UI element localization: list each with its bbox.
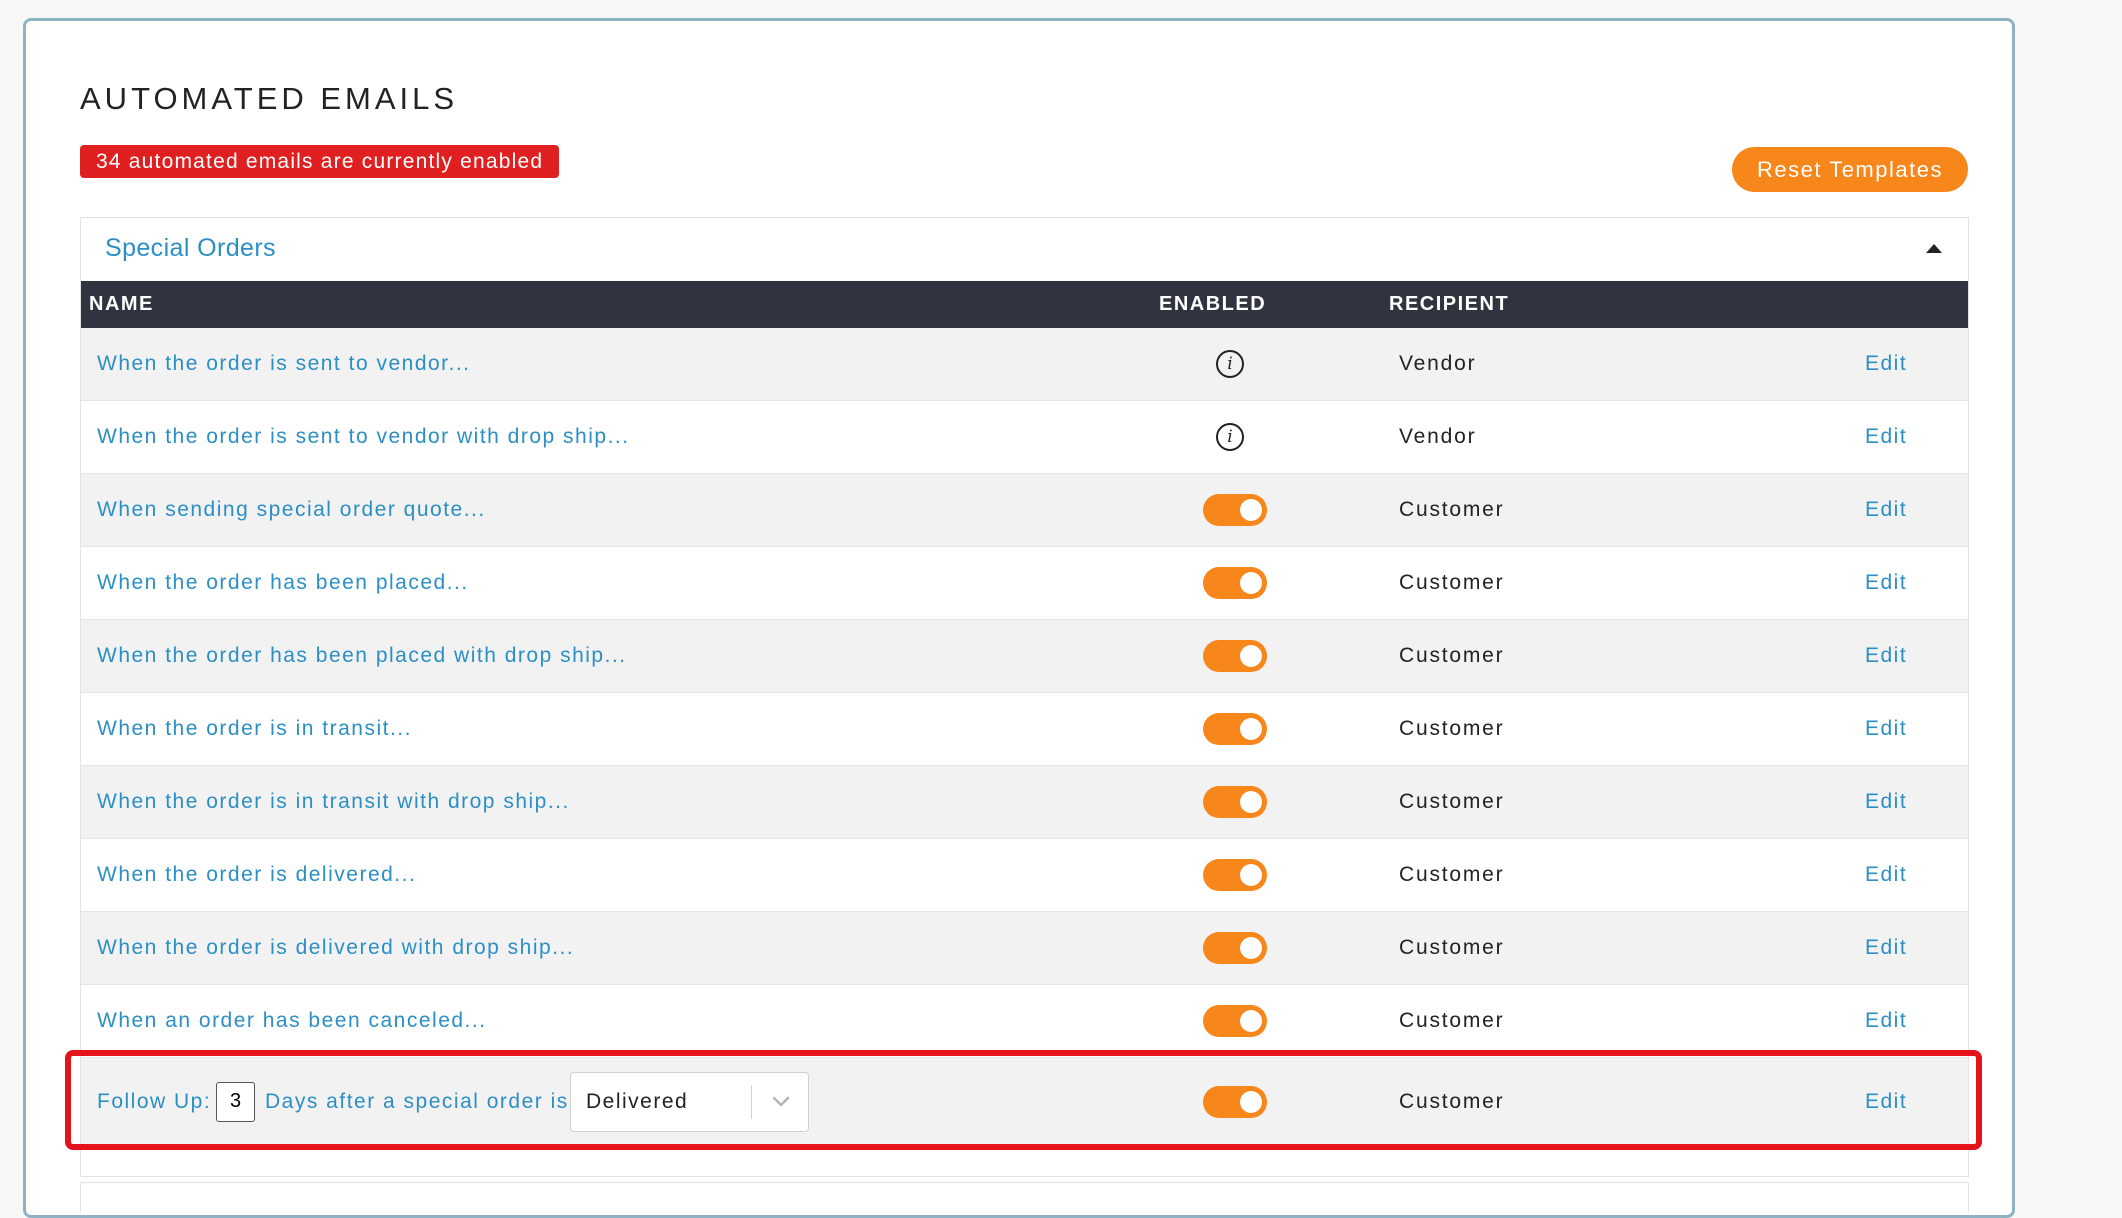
recipient-value: Customer [1399, 717, 1505, 740]
recipient-value: Vendor [1399, 352, 1477, 375]
page-title: AUTOMATED EMAILS [80, 81, 459, 116]
recipient-value: Vendor [1399, 425, 1477, 448]
special-orders-section: Special Orders NAME ENABLED RECIPIENT Wh… [80, 217, 1969, 1177]
email-name-link[interactable]: When an order has been canceled... [97, 1009, 487, 1033]
chevron-down-icon [772, 1096, 790, 1106]
table-row: When the order is sent to vendor with dr… [81, 401, 1968, 474]
enabled-toggle[interactable] [1203, 1005, 1267, 1037]
recipient-value: Customer [1399, 1089, 1505, 1113]
email-name-link[interactable]: When the order is delivered with drop sh… [97, 936, 574, 960]
edit-link[interactable]: Edit [1865, 1090, 1907, 1114]
recipient-value: Customer [1399, 936, 1505, 959]
recipient-value: Customer [1399, 863, 1505, 886]
email-name-link[interactable]: When the order is sent to vendor... [97, 352, 471, 376]
toggle-knob [1240, 499, 1262, 521]
follow-up-label[interactable]: Follow Up: [97, 1090, 211, 1114]
toggle-knob [1240, 645, 1262, 667]
table-row: When the order has been placed... Custom… [81, 547, 1968, 620]
email-name-link[interactable]: When the order is sent to vendor with dr… [97, 425, 630, 449]
enabled-toggle[interactable] [1203, 859, 1267, 891]
enabled-toggle[interactable] [1203, 567, 1267, 599]
column-header-enabled: ENABLED [1159, 293, 1267, 315]
follow-up-description[interactable]: Days after a special order is [265, 1090, 569, 1114]
enabled-count-badge: 34 automated emails are currently enable… [80, 145, 560, 178]
table-row: When the order has been placed with drop… [81, 620, 1968, 693]
order-status-value: Delivered [586, 1089, 689, 1113]
toggle-knob [1240, 718, 1262, 740]
select-divider [751, 1084, 752, 1119]
toggle-knob [1240, 572, 1262, 594]
edit-link[interactable]: Edit [1865, 863, 1907, 887]
table-row: When the order is sent to vendor... i Ve… [81, 328, 1968, 401]
enabled-toggle[interactable] [1203, 640, 1267, 672]
info-icon[interactable]: i [1216, 423, 1244, 451]
toggle-knob [1240, 864, 1262, 886]
edit-link[interactable]: Edit [1865, 425, 1907, 449]
follow-up-days-input[interactable] [216, 1081, 255, 1122]
edit-link[interactable]: Edit [1865, 644, 1907, 668]
email-name-link[interactable]: When the order has been placed... [97, 571, 469, 595]
enabled-toggle[interactable] [1203, 786, 1267, 818]
recipient-value: Customer [1399, 1009, 1505, 1032]
reset-templates-button[interactable]: Reset Templates [1732, 147, 1968, 192]
enabled-toggle[interactable] [1203, 932, 1267, 964]
table-header: NAME ENABLED RECIPIENT [81, 281, 1968, 328]
column-header-recipient: RECIPIENT [1389, 293, 1510, 315]
section-title[interactable]: Special Orders [105, 234, 276, 263]
table-row: When an order has been canceled... Custo… [81, 985, 1968, 1058]
toggle-knob [1240, 937, 1262, 959]
section-header[interactable]: Special Orders [81, 218, 1968, 281]
recipient-value: Customer [1399, 571, 1505, 594]
table-body: When the order is sent to vendor... i Ve… [81, 328, 1968, 1146]
table-row: When the order is delivered... Customer … [81, 839, 1968, 912]
email-name-link[interactable]: When the order has been placed with drop… [97, 644, 627, 668]
edit-link[interactable]: Edit [1865, 1009, 1907, 1033]
table-row: When the order is in transit... Customer… [81, 693, 1968, 766]
table-row: When the order is in transit with drop s… [81, 766, 1968, 839]
caret-up-icon[interactable] [1926, 244, 1942, 253]
edit-link[interactable]: Edit [1865, 571, 1907, 595]
enabled-toggle[interactable] [1203, 494, 1267, 526]
email-name-link[interactable]: When the order is in transit with drop s… [97, 790, 570, 814]
follow-up-row: Follow Up: Days after a special order is… [81, 1058, 1968, 1146]
toggle-knob [1240, 1010, 1262, 1032]
table-row: When sending special order quote... Cust… [81, 474, 1968, 547]
edit-link[interactable]: Edit [1865, 790, 1907, 814]
recipient-value: Customer [1399, 790, 1505, 813]
enabled-toggle[interactable] [1203, 1085, 1267, 1118]
table-row: When the order is delivered with drop sh… [81, 912, 1968, 985]
column-header-name: NAME [89, 293, 154, 315]
recipient-value: Customer [1399, 498, 1505, 521]
email-name-link[interactable]: When the order is in transit... [97, 717, 412, 741]
toggle-knob [1240, 791, 1262, 813]
next-section-partial [80, 1182, 1969, 1212]
edit-link[interactable]: Edit [1865, 498, 1907, 522]
edit-link[interactable]: Edit [1865, 352, 1907, 376]
info-icon[interactable]: i [1216, 350, 1244, 378]
toggle-knob [1240, 1090, 1262, 1113]
order-status-select[interactable]: Delivered [570, 1071, 809, 1132]
enabled-toggle[interactable] [1203, 713, 1267, 745]
edit-link[interactable]: Edit [1865, 936, 1907, 960]
edit-link[interactable]: Edit [1865, 717, 1907, 741]
email-name-link[interactable]: When sending special order quote... [97, 498, 486, 522]
recipient-value: Customer [1399, 644, 1505, 667]
automated-emails-panel: AUTOMATED EMAILS 34 automated emails are… [23, 18, 2015, 1218]
email-name-link[interactable]: When the order is delivered... [97, 863, 416, 887]
